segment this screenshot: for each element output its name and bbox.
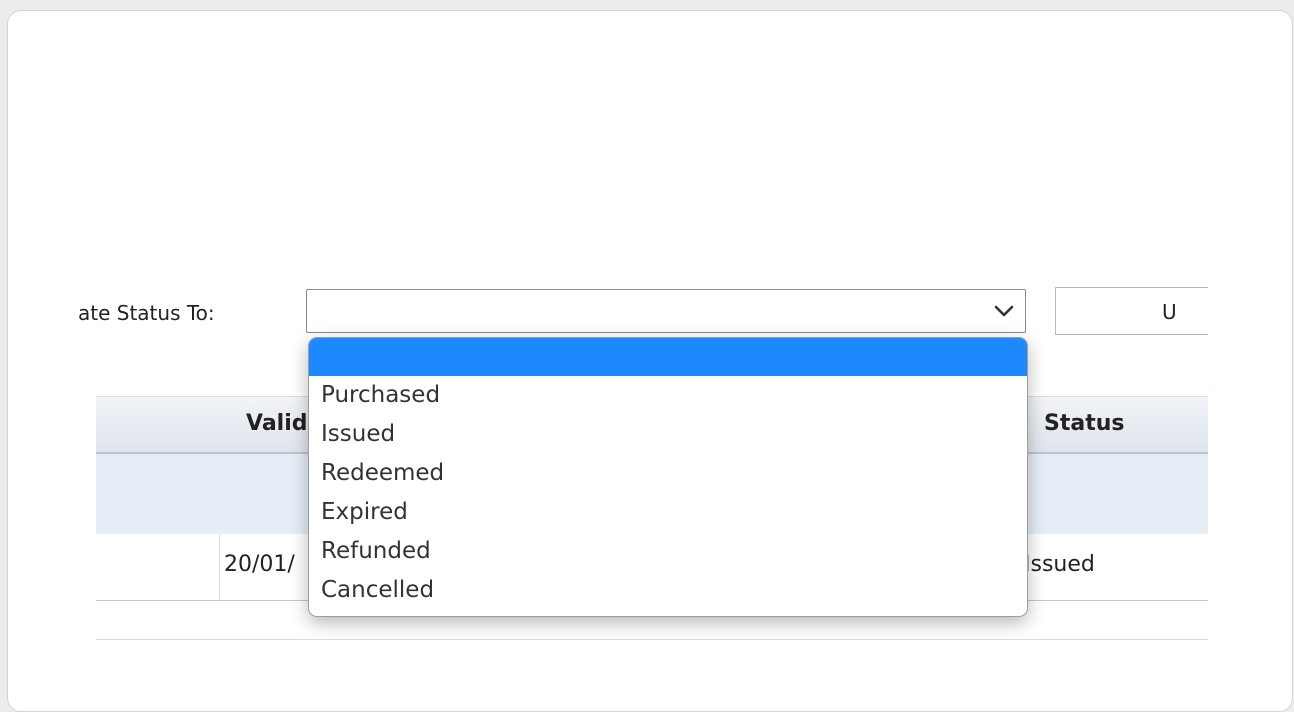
option-redeemed[interactable]: Redeemed xyxy=(309,454,1027,493)
cell-divider xyxy=(219,534,220,600)
column-header-status[interactable]: Status xyxy=(1044,411,1124,436)
column-header-valid[interactable]: Valid xyxy=(246,411,308,436)
status-select[interactable] xyxy=(306,289,1026,333)
update-button[interactable]: U xyxy=(1055,287,1208,335)
page-card: ate Status To: U Valid Status 20/01/ Iss… xyxy=(7,10,1293,712)
update-status-label: ate Status To: xyxy=(78,301,215,325)
status-dropdown-list: Purchased Issued Redeemed Expired Refund… xyxy=(308,337,1028,617)
option-refunded[interactable]: Refunded xyxy=(309,532,1027,571)
option-issued[interactable]: Issued xyxy=(309,415,1027,454)
chevron-down-icon xyxy=(994,305,1014,317)
option-expired[interactable]: Expired xyxy=(309,493,1027,532)
option-empty[interactable] xyxy=(309,338,1027,376)
table-footer-divider xyxy=(96,639,1208,640)
content-viewport: ate Status To: U Valid Status 20/01/ Iss… xyxy=(8,11,1208,691)
option-cancelled[interactable]: Cancelled xyxy=(309,571,1027,610)
cell-status: Issued xyxy=(1024,552,1095,577)
cell-valid: 20/01/ xyxy=(224,552,295,577)
option-purchased[interactable]: Purchased xyxy=(309,376,1027,415)
